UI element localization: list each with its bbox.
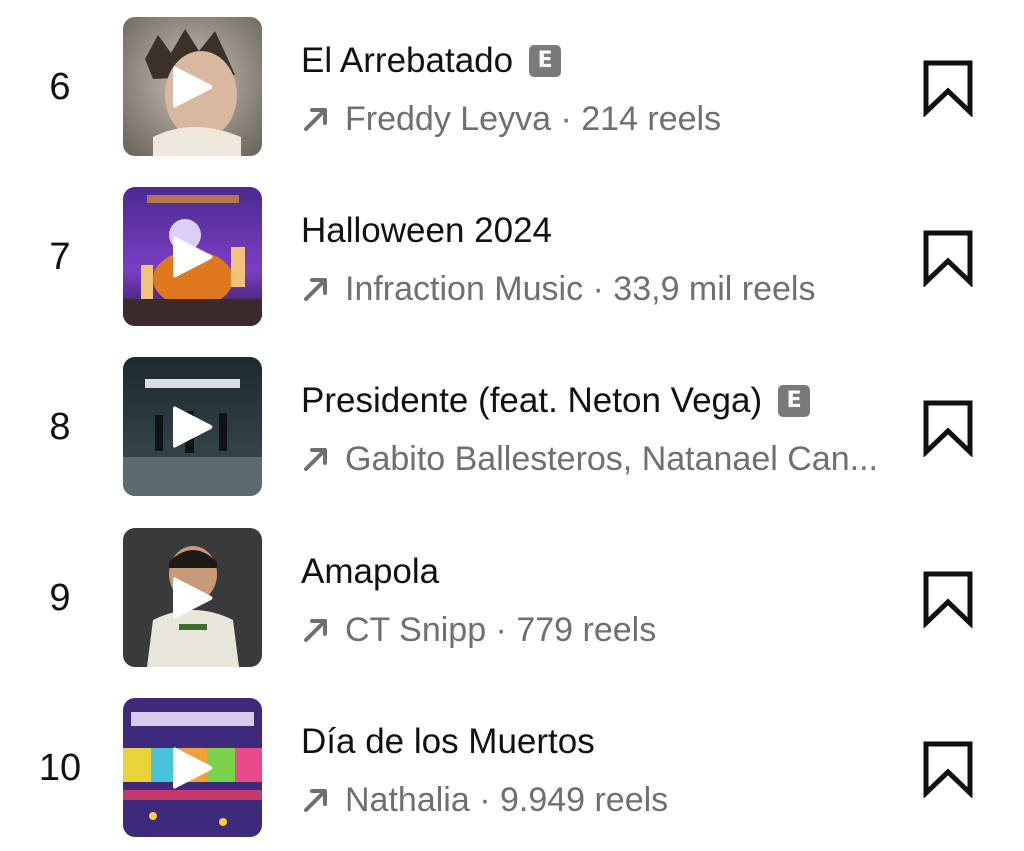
rank-number: 9 <box>49 577 71 619</box>
song-row[interactable]: 9 Amapola CT Snipp · 779 reels <box>0 528 1024 668</box>
bookmark-icon[interactable] <box>920 59 976 117</box>
play-icon[interactable] <box>171 575 215 621</box>
explicit-badge: E <box>529 45 562 77</box>
song-title-line: El Arrebatado E <box>301 39 562 83</box>
rank-number: 8 <box>49 406 71 448</box>
song-row[interactable]: 8 Presidente (feat. Neton Vega) E Gabito… <box>0 357 1024 497</box>
song-row[interactable]: 7 Halloween 2024 Infraction Music · 33,9… <box>0 187 1024 327</box>
song-row[interactable]: 6 El Arrebatado E Freddy Leyva · 214 ree… <box>0 17 1024 157</box>
song-artist-reels[interactable]: Infraction Music · 33,9 mil reels <box>345 267 816 311</box>
song-title-line: Amapola <box>301 550 439 594</box>
song-subtitle-line: Freddy Leyva · 214 reels <box>301 97 911 141</box>
song-title: Halloween 2024 <box>301 211 553 250</box>
song-title: Presidente (feat. Neton Vega) <box>301 381 763 420</box>
rank-number: 10 <box>38 747 82 789</box>
rank-number: 7 <box>49 236 71 278</box>
trending-up-arrow-icon <box>304 789 327 812</box>
song-title: Amapola <box>301 552 440 591</box>
rank-number: 6 <box>49 66 71 108</box>
song-list: 6 El Arrebatado E Freddy Leyva · 214 ree… <box>0 0 1024 851</box>
song-title-line: Día de los Muertos <box>301 720 595 764</box>
song-subtitle-line: Gabito Ballesteros, Natanael Can... <box>301 437 911 481</box>
trending-up-arrow-icon <box>304 448 327 471</box>
album-cover[interactable] <box>123 528 262 667</box>
song-title-line: Halloween 2024 <box>301 209 552 253</box>
song-artist-reels[interactable]: Gabito Ballesteros, Natanael Can... <box>345 437 878 481</box>
song-title: Día de los Muertos <box>301 722 595 761</box>
bookmark-icon[interactable] <box>920 229 976 287</box>
play-icon[interactable] <box>171 745 215 791</box>
bookmark-icon[interactable] <box>920 399 976 457</box>
song-title: El Arrebatado <box>301 41 514 80</box>
song-title-line: Presidente (feat. Neton Vega) E <box>301 379 811 423</box>
play-icon[interactable] <box>171 64 215 110</box>
song-subtitle-line: Nathalia · 9.949 reels <box>301 778 911 822</box>
song-subtitle-line: Infraction Music · 33,9 mil reels <box>301 267 911 311</box>
trending-up-arrow-icon <box>304 108 327 131</box>
song-artist-reels[interactable]: Freddy Leyva · 214 reels <box>345 97 721 141</box>
song-subtitle-line: CT Snipp · 779 reels <box>301 608 911 652</box>
explicit-badge: E <box>778 385 811 417</box>
song-artist-reels[interactable]: Nathalia · 9.949 reels <box>345 778 668 822</box>
play-icon[interactable] <box>171 404 215 450</box>
album-cover[interactable] <box>123 357 262 496</box>
play-icon[interactable] <box>171 234 215 280</box>
song-artist-reels[interactable]: CT Snipp · 779 reels <box>345 608 656 652</box>
trending-up-arrow-icon <box>304 619 327 642</box>
album-cover[interactable] <box>123 187 262 326</box>
trending-up-arrow-icon <box>304 278 327 301</box>
bookmark-icon[interactable] <box>920 740 976 798</box>
album-cover[interactable] <box>123 698 262 837</box>
bookmark-icon[interactable] <box>920 570 976 628</box>
album-cover[interactable] <box>123 17 262 156</box>
song-row[interactable]: 10 Día de los Muertos Nathalia · 9.949 r… <box>0 698 1024 838</box>
